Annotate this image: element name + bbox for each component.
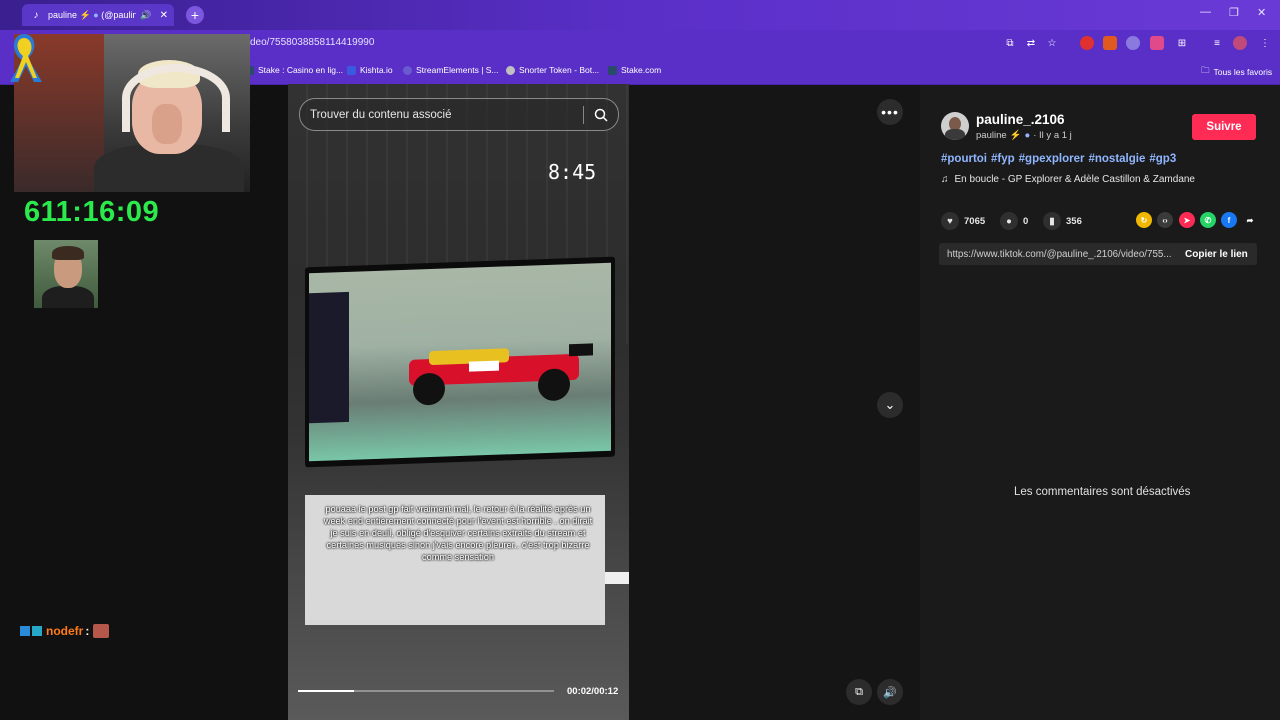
folder-icon: 🗀	[1201, 65, 1210, 75]
chat-username: nodefr	[46, 624, 84, 638]
speaker-icon[interactable]: 🔊	[140, 10, 151, 21]
follow-button[interactable]: Suivre	[1192, 114, 1256, 140]
bookmark-snorter[interactable]: Snorter Token - Bot...	[506, 65, 599, 75]
tab-tiktok[interactable]: ♪ pauline ⚡ ● (@pauline_. 🔊 ✕	[22, 4, 174, 26]
ukraine-ribbon-icon	[10, 34, 42, 82]
author-username[interactable]: pauline_.2106	[976, 112, 1065, 127]
volume-button[interactable]: 🔊	[877, 679, 903, 705]
like-count: 7065	[964, 215, 986, 227]
hashtag-link[interactable]: #gpexplorer	[1019, 153, 1085, 165]
maximize-icon[interactable]: ❐	[1229, 6, 1239, 19]
hashtags: #pourtoi #fyp #gpexplorer #nostalgie #gp3	[941, 153, 1180, 165]
tab-title-suffix: (@pauline_.	[101, 9, 137, 20]
translate-icon[interactable]: ⇄	[1024, 36, 1038, 50]
mini-player-icon: ⧉	[855, 685, 863, 698]
new-tab-button[interactable]: +	[186, 6, 204, 24]
whatsapp-icon[interactable]: ✆	[1200, 212, 1216, 228]
bookmark-icon: ▮	[1043, 212, 1061, 230]
comment-count: 0	[1023, 215, 1029, 227]
bookmark-stake-com[interactable]: Stake.com	[608, 65, 661, 75]
close-window-icon[interactable]: ✕	[1257, 6, 1266, 19]
comment-icon: ●	[1000, 212, 1018, 230]
more-icon: •••	[881, 104, 899, 120]
send-icon[interactable]: ➤	[1179, 212, 1195, 228]
minimize-icon[interactable]: —	[1200, 6, 1211, 18]
author-subline: pauline ⚡ ● · Il y a 1 j	[976, 130, 1072, 141]
close-tab-icon[interactable]: ✕	[160, 10, 168, 21]
post-age: · Il y a 1 j	[1033, 130, 1072, 141]
hashtag-link[interactable]: #nostalgie	[1088, 153, 1145, 165]
save-button[interactable]: ▮ 356	[1043, 212, 1082, 230]
profile-avatar-icon[interactable]	[1233, 36, 1247, 50]
video-progress-fill	[298, 690, 355, 692]
stream-timer: 611:16:09	[24, 196, 160, 228]
badge-icon	[32, 626, 42, 636]
bookmark-streamelements[interactable]: StreamElements | S...	[403, 65, 499, 75]
streamelements-icon	[403, 65, 412, 75]
embed-icon[interactable]: ‹›	[1157, 212, 1173, 228]
bookmark-kishta[interactable]: Kishta.io	[347, 65, 393, 75]
like-button[interactable]: ♥ 7065	[941, 212, 985, 230]
video-clock-overlay: 8:45	[548, 160, 597, 184]
guest-camera	[34, 240, 98, 308]
search-icon[interactable]	[584, 108, 618, 122]
music-note-icon: ♫	[941, 174, 949, 185]
hashtag-link[interactable]: #fyp	[991, 153, 1015, 165]
volume-icon: 🔊	[883, 686, 897, 699]
comments-disabled-notice: Les commentaires sont désactivés	[1014, 486, 1191, 498]
lightning-icon: ⚡	[79, 9, 91, 20]
author-display-name: pauline	[976, 130, 1007, 141]
mini-player-button[interactable]: ⧉	[846, 679, 872, 705]
lightning-icon: ⚡	[1009, 130, 1022, 141]
snorter-icon	[506, 65, 515, 75]
facebook-icon[interactable]: f	[1221, 212, 1237, 228]
related-content-search[interactable]: Trouver du contenu associé	[299, 98, 619, 131]
bookmark-star-icon[interactable]: ☆	[1045, 36, 1059, 50]
menu-kebab-icon[interactable]: ⋮	[1258, 36, 1272, 50]
hashtag-link[interactable]: #gp3	[1149, 153, 1176, 165]
hashtag-link[interactable]: #pourtoi	[941, 153, 987, 165]
extension-red-icon[interactable]	[1080, 36, 1094, 50]
music-link[interactable]: ♫ En boucle - GP Explorer & Adèle Castil…	[941, 174, 1195, 185]
share-link-url[interactable]: https://www.tiktok.com/@pauline_.2106/vi…	[947, 249, 1173, 260]
video-caption: pouaaa le post gp fait vraiment mal, le …	[323, 504, 593, 562]
bookmark-all-favorites[interactable]: 🗀 Tous les favoris	[1201, 65, 1272, 79]
heart-icon: ♥	[941, 212, 959, 230]
cast-icon[interactable]: ⧉	[1003, 36, 1017, 50]
chat-message: nodefr :	[20, 624, 110, 638]
tiktok-icon: ♪	[33, 9, 39, 21]
chat-colon: :	[85, 624, 90, 638]
copy-link-button[interactable]: Copier le lien	[1185, 249, 1248, 260]
search-input[interactable]: Trouver du contenu associé	[310, 109, 583, 121]
music-title: En boucle - GP Explorer & Adèle Castillo…	[954, 174, 1196, 185]
reading-list-icon[interactable]: ≡	[1210, 36, 1224, 50]
next-video-button[interactable]: ⌄	[877, 392, 903, 418]
repost-icon[interactable]: ↻	[1136, 212, 1152, 228]
share-arrow-icon[interactable]: ➦	[1242, 212, 1258, 228]
comment-button[interactable]: ● 0	[1000, 212, 1028, 230]
author-avatar[interactable]	[941, 112, 969, 140]
stake-com-icon	[608, 65, 617, 75]
verified-icon: ●	[1024, 130, 1031, 141]
video-time: 00:02/00:12	[567, 686, 619, 697]
more-options-button[interactable]: •••	[877, 99, 903, 125]
extension-orange-icon[interactable]	[1103, 36, 1117, 50]
extension-purple-icon[interactable]	[1126, 36, 1140, 50]
video-progress-bar[interactable]	[298, 690, 554, 692]
tv-screen-image	[305, 256, 615, 468]
url-field[interactable]: deo/7558038858114419990	[250, 37, 374, 48]
bookmark-stake-casino[interactable]: Stake : Casino en lig...	[245, 65, 343, 75]
emote-icon	[93, 624, 110, 638]
extension-pink-icon[interactable]	[1150, 36, 1164, 50]
streamer-webcam	[14, 34, 250, 192]
extensions-puzzle-icon[interactable]: ⊞	[1175, 36, 1189, 50]
chevron-down-icon: ⌄	[884, 397, 896, 412]
kishta-icon	[347, 65, 356, 75]
save-count: 356	[1066, 215, 1082, 227]
verified-icon: ●	[93, 9, 99, 20]
badge-icon	[20, 626, 30, 636]
share-link-box: https://www.tiktok.com/@pauline_.2106/vi…	[939, 243, 1257, 265]
tab-title: pauline	[48, 9, 78, 20]
